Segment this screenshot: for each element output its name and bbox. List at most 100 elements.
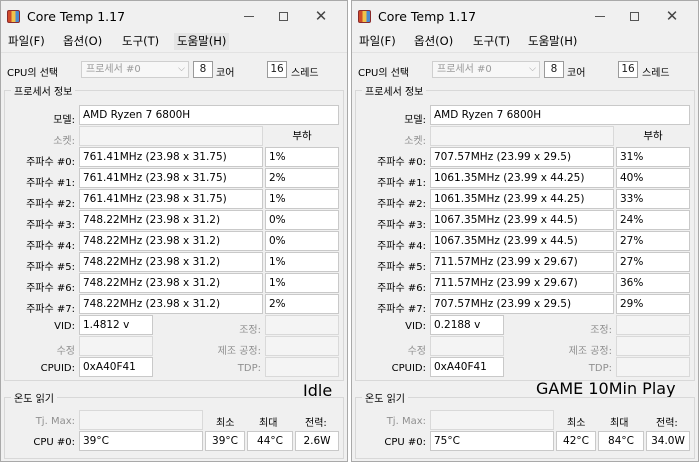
processor-select[interactable]: 프로세서 #0 ⌵ — [432, 61, 540, 78]
model-label: 모델: — [404, 115, 426, 126]
menu-help[interactable]: 도움말(H) — [174, 33, 230, 50]
menu-bar: 파일(F) 옵션(O) 도구(T) 도움말(H) — [352, 31, 698, 53]
tjmax-label: Tj. Max: — [35, 416, 75, 427]
tjmax-label: Tj. Max: — [386, 416, 426, 427]
stepping-label: 조정: — [239, 325, 261, 336]
freq-label-0: 주파수 #0: — [26, 157, 75, 168]
revision-value — [430, 336, 504, 356]
load-value-4: 0% — [265, 231, 339, 251]
close-button[interactable]: ✕ — [307, 5, 335, 27]
load-value-2: 1% — [265, 189, 339, 209]
load-value-0: 31% — [616, 147, 690, 167]
power-header: 전력: — [656, 418, 678, 429]
tdp-value — [265, 357, 339, 377]
freq-value-7: 707.57MHz (23.99 x 29.5) — [430, 294, 614, 314]
menu-bar: 파일(F) 옵션(O) 도구(T) 도움말(H) — [1, 31, 347, 53]
revision-label: 수정 — [407, 346, 426, 357]
threads-label: 스레드 — [642, 68, 670, 79]
menu-options[interactable]: 옵션(O) — [60, 33, 105, 50]
cpu0-min: 39°C — [205, 431, 245, 451]
maximize-icon — [278, 12, 288, 21]
cpu0-max: 84°C — [598, 431, 644, 451]
freq-label-1: 주파수 #1: — [377, 178, 426, 189]
close-icon: ✕ — [314, 7, 328, 25]
core-temp-window-game: Core Temp 1.17 ✕ 파일(F) 옵션(O) 도구(T) 도움말(H… — [351, 0, 699, 462]
threads-label: 스레드 — [291, 68, 319, 79]
load-value-0: 1% — [265, 147, 339, 167]
cores-label: 코어 — [567, 68, 586, 79]
menu-tools[interactable]: 도구(T) — [470, 33, 513, 50]
maximize-icon — [629, 12, 639, 21]
power-header: 전력: — [305, 418, 327, 429]
maximize-button[interactable] — [269, 5, 297, 27]
menu-file[interactable]: 파일(F) — [356, 33, 399, 50]
processor-select-value: 프로세서 #0 — [86, 64, 141, 75]
model-value: AMD Ryzen 7 6800H — [430, 105, 690, 125]
freq-label-5: 주파수 #5: — [26, 262, 75, 273]
freq-label-6: 주파수 #6: — [26, 283, 75, 294]
tdp-value — [616, 357, 690, 377]
vid-label: VID: — [54, 321, 75, 332]
close-button[interactable]: ✕ — [658, 5, 686, 27]
socket-label: 소켓: — [404, 136, 426, 147]
minimize-button[interactable] — [586, 5, 614, 27]
menu-options[interactable]: 옵션(O) — [411, 33, 456, 50]
cpuid-label: CPUID: — [40, 363, 75, 374]
temperature-title: 온도 읽기 — [11, 390, 57, 405]
freq-value-1: 1061.35MHz (23.99 x 44.25) — [430, 168, 614, 188]
processor-select-value: 프로세서 #0 — [437, 64, 492, 75]
cpu0-temp: 39°C — [79, 431, 203, 451]
socket-value — [79, 126, 263, 146]
freq-value-3: 748.22MHz (23.98 x 31.2) — [79, 210, 263, 230]
freq-label-1: 주파수 #1: — [26, 178, 75, 189]
tdp-label: TDP: — [588, 363, 612, 374]
temperature-title: 온도 읽기 — [362, 390, 408, 405]
threads-count: 16 — [618, 61, 638, 78]
process-label: 제조 공정: — [568, 346, 612, 357]
core-temp-window-idle: Core Temp 1.17 ✕ 파일(F) 옵션(O) 도구(T) 도움말(H… — [0, 0, 348, 462]
menu-help[interactable]: 도움말(H) — [525, 33, 580, 50]
freq-label-3: 주파수 #3: — [26, 220, 75, 231]
cpuid-value: 0xA40F41 — [79, 357, 153, 377]
process-value — [265, 336, 339, 356]
max-header: 최대 — [259, 418, 278, 429]
load-value-7: 29% — [616, 294, 690, 314]
load-header: 부하 — [265, 126, 339, 146]
freq-value-7: 748.22MHz (23.98 x 31.2) — [79, 294, 263, 314]
model-label: 모델: — [53, 115, 75, 126]
freq-label-4: 주파수 #4: — [377, 241, 426, 252]
freq-value-4: 1067.35MHz (23.99 x 44.5) — [430, 231, 614, 251]
min-header: 최소 — [216, 418, 235, 429]
menu-tools[interactable]: 도구(T) — [119, 33, 162, 50]
load-value-3: 0% — [265, 210, 339, 230]
maximize-button[interactable] — [620, 5, 648, 27]
load-value-7: 2% — [265, 294, 339, 314]
processor-info-title: 프로세서 정보 — [11, 83, 76, 98]
load-value-3: 24% — [616, 210, 690, 230]
processor-select[interactable]: 프로세서 #0 ⌵ — [81, 61, 189, 78]
menu-file[interactable]: 파일(F) — [5, 33, 48, 50]
cpu0-power: 34.0W — [646, 431, 690, 451]
socket-label: 소켓: — [53, 136, 75, 147]
freq-value-5: 748.22MHz (23.98 x 31.2) — [79, 252, 263, 272]
chevron-down-icon: ⌵ — [178, 64, 185, 74]
freq-label-3: 주파수 #3: — [377, 220, 426, 231]
cpu0-max: 44°C — [247, 431, 293, 451]
title-bar[interactable]: Core Temp 1.17 ✕ — [352, 1, 698, 31]
minimize-button[interactable] — [235, 5, 263, 27]
cpu0-label: CPU #0: — [384, 437, 426, 448]
freq-value-0: 761.41MHz (23.98 x 31.75) — [79, 147, 263, 167]
minimize-icon — [595, 16, 605, 17]
load-value-1: 2% — [265, 168, 339, 188]
freq-value-5: 711.57MHz (23.99 x 29.67) — [430, 252, 614, 272]
freq-value-3: 1067.35MHz (23.99 x 44.5) — [430, 210, 614, 230]
title-bar[interactable]: Core Temp 1.17 ✕ — [1, 1, 347, 31]
chevron-down-icon: ⌵ — [529, 64, 536, 74]
tjmax-value — [430, 410, 554, 430]
state-caption: GAME 10Min Play — [536, 379, 676, 398]
load-value-4: 27% — [616, 231, 690, 251]
cpu0-temp: 75°C — [430, 431, 554, 451]
freq-label-6: 주파수 #6: — [377, 283, 426, 294]
stepping-label: 조정: — [590, 325, 612, 336]
cores-count: 8 — [544, 61, 564, 78]
